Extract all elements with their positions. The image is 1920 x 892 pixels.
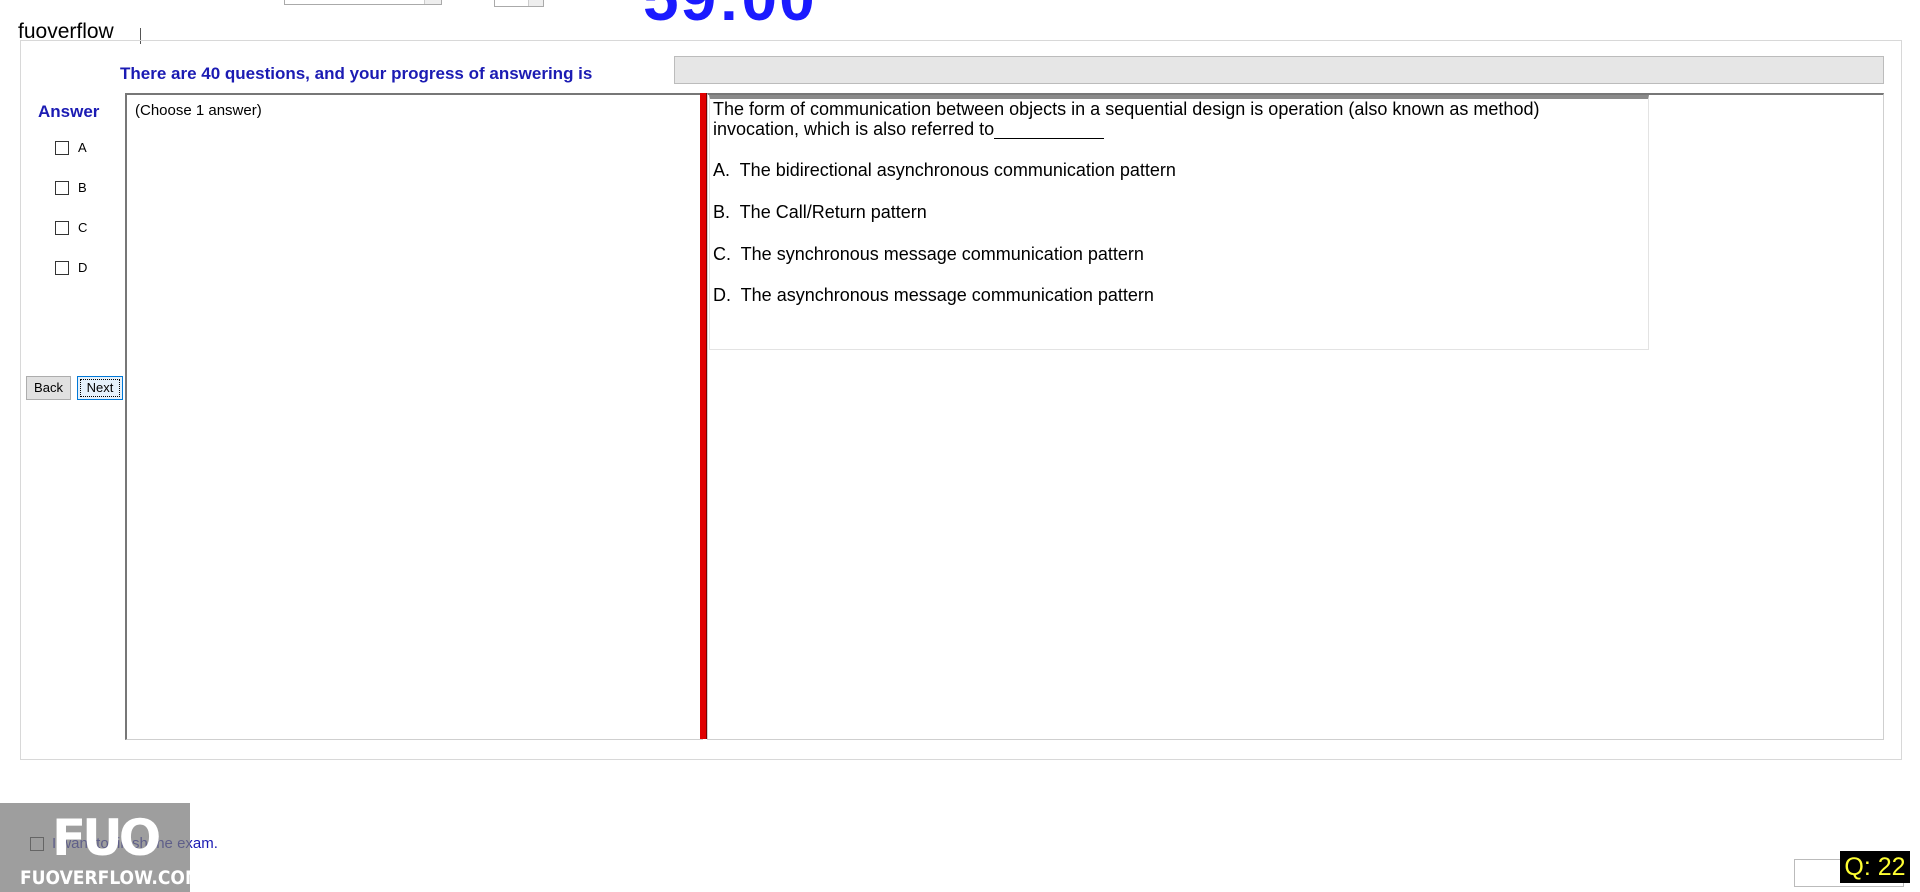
- answer-blank: [994, 121, 1105, 139]
- option-label-b: B: [78, 180, 87, 195]
- option-label-c: C: [78, 220, 88, 235]
- logo-text: FUOVERFLOW.COM: [20, 867, 202, 889]
- panel-splitter[interactable]: [700, 93, 707, 739]
- countdown-timer: 59:00: [643, 0, 817, 30]
- choose-instruction: (Choose 1 answer): [135, 102, 262, 119]
- exam-combo-box[interactable]: [284, 0, 442, 5]
- checkbox-d[interactable]: [55, 260, 69, 275]
- progress-label: There are 40 questions, and your progres…: [120, 64, 593, 83]
- question-option-c: C. The synchronous message communication…: [713, 244, 1144, 264]
- next-button[interactable]: Next: [77, 376, 123, 400]
- answer-notes-panel[interactable]: [125, 93, 703, 740]
- question-option-b: B. The Call/Return pattern: [713, 202, 927, 222]
- question-option-d: D. The asynchronous message communicatio…: [713, 285, 1154, 305]
- checkbox-a[interactable]: [55, 140, 69, 155]
- exam-spinner[interactable]: [494, 0, 544, 7]
- logo-mark: FUO: [52, 809, 161, 867]
- back-button[interactable]: Back: [26, 376, 71, 400]
- question-number-badge: Q: 22: [1840, 851, 1910, 883]
- question-text-body: The form of communication between object…: [713, 99, 1540, 139]
- progress-bar: [674, 56, 1884, 84]
- answer-option-a[interactable]: A: [55, 140, 87, 155]
- spinner-arrow[interactable]: [528, 0, 543, 6]
- question-option-a: A. The bidirectional asynchronous commun…: [713, 160, 1176, 180]
- answer-option-b[interactable]: B: [55, 180, 87, 195]
- combo-dropdown-arrow[interactable]: [424, 0, 441, 4]
- option-label-d: D: [78, 260, 88, 275]
- question-text: The form of communication between object…: [713, 99, 1628, 139]
- fuoverflow-logo: FUO FUOVERFLOW.COM: [0, 803, 202, 892]
- option-label-a: A: [78, 140, 87, 155]
- checkbox-b[interactable]: [55, 180, 69, 195]
- answer-title: Answer: [38, 102, 100, 121]
- answer-option-c[interactable]: C: [55, 220, 87, 235]
- answer-option-d[interactable]: D: [55, 260, 87, 275]
- checkbox-c[interactable]: [55, 220, 69, 235]
